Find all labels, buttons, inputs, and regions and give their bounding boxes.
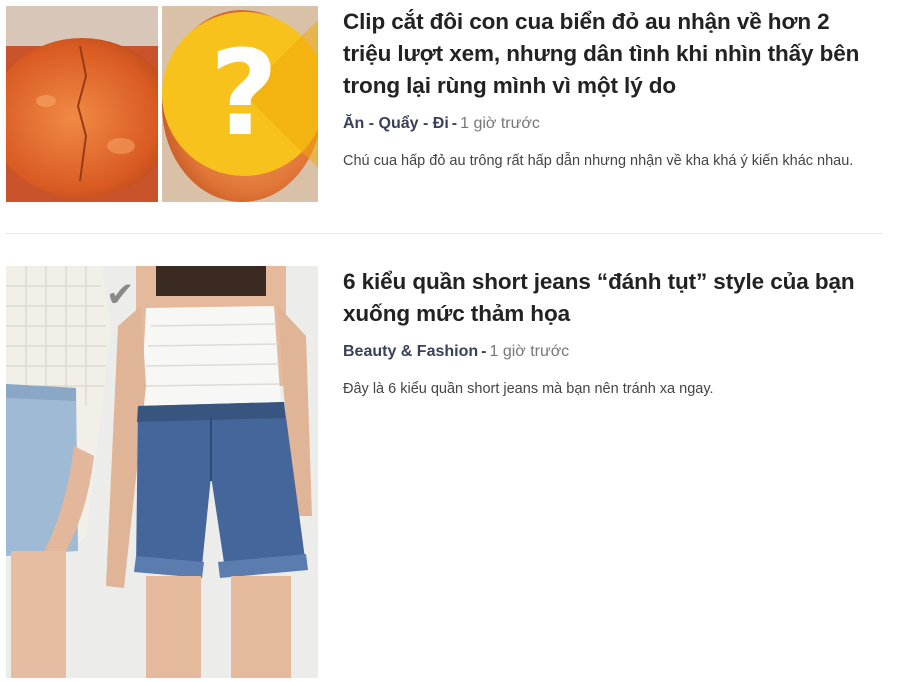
article-summary: Đây là 6 kiểu quần short jeans mà bạn nê… <box>343 381 714 397</box>
article-body: 6 kiểu quần short jeans “đánh tụt” style… <box>343 266 878 401</box>
jeans-shorts-image: ✔ <box>6 266 318 678</box>
article-title[interactable]: 6 kiểu quần short jeans “đánh tụt” style… <box>343 266 878 330</box>
article-meta: Ăn - Quẩy - Đi -1 giờ trước <box>343 114 878 134</box>
meta-separator: - <box>451 115 458 132</box>
article-meta: Beauty & Fashion -1 giờ trước <box>343 342 878 362</box>
article-thumbnail[interactable]: ? <box>6 6 318 202</box>
checkmark-icon: ✔ <box>106 275 135 315</box>
article-divider <box>6 233 882 234</box>
article-category[interactable]: Ăn - Quẩy - Đi <box>343 115 449 132</box>
news-feed: ? Clip cắt đôi con cua biển đỏ au nhận v… <box>0 0 905 682</box>
article-body: Clip cắt đôi con cua biển đỏ au nhận về … <box>343 6 878 173</box>
question-mark-icon: ? <box>210 24 278 162</box>
article-card: ? Clip cắt đôi con cua biển đỏ au nhận v… <box>6 6 882 202</box>
crab-split-image: ? <box>6 6 318 202</box>
article-time: 1 giờ trước <box>489 343 570 360</box>
article-category[interactable]: Beauty & Fashion <box>343 343 478 360</box>
article-title[interactable]: Clip cắt đôi con cua biển đỏ au nhận về … <box>343 6 878 102</box>
article-time: 1 giờ trước <box>460 115 540 132</box>
article-thumbnail[interactable]: ✔ <box>6 266 318 678</box>
article-summary: Chú cua hấp đỏ au trông rất hấp dẫn nhưn… <box>343 153 854 169</box>
article-card: ✔ 6 kiểu quần short jeans “đánh tụt” sty… <box>6 266 882 678</box>
meta-separator: - <box>481 343 487 360</box>
